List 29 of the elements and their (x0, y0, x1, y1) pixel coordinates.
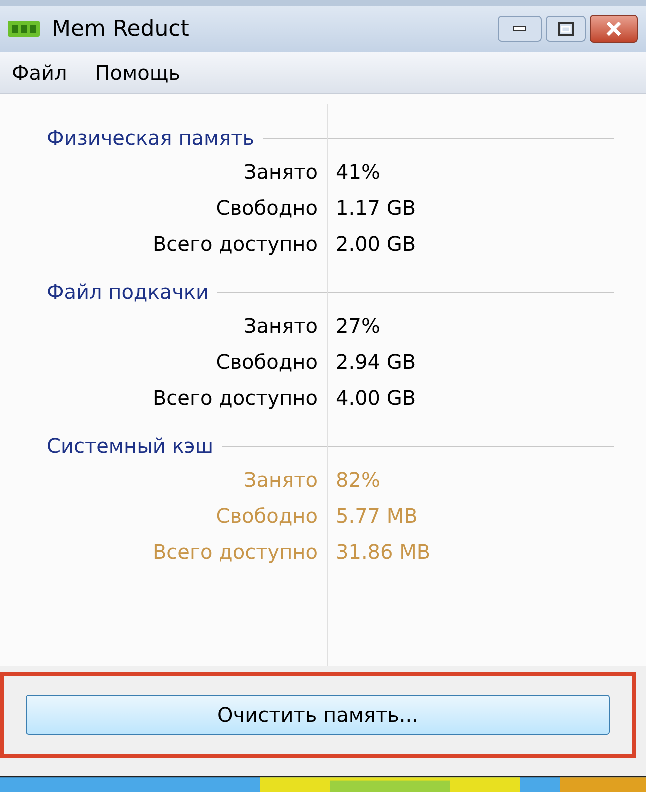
stat-value: 4.00 GB (336, 385, 416, 412)
stat-label: Свободно (215, 195, 318, 222)
stat-label: Всего доступно (152, 231, 318, 258)
clean-memory-button[interactable]: Очистить память... (26, 695, 610, 735)
stat-label: Занято (242, 313, 318, 340)
stat-label: Свободно (215, 349, 318, 376)
stat-value: 5.77 MB (336, 503, 418, 530)
stat-label: Занято (242, 467, 318, 494)
stat-label: Всего доступно (152, 385, 318, 412)
stat-value: 1.17 GB (336, 195, 416, 222)
minimize-icon (513, 26, 527, 32)
minimize-button[interactable] (498, 16, 542, 42)
stat-label: Свободно (215, 503, 318, 530)
stat-label: Занято (242, 159, 318, 186)
maximize-button[interactable] (546, 16, 586, 42)
menu-item[interactable]: Помощь (95, 58, 180, 88)
close-icon (606, 22, 622, 36)
maximize-icon (558, 22, 574, 36)
menu-item[interactable]: Файл (12, 58, 68, 88)
window-title: Mem Reduct (52, 16, 190, 44)
app-icon (8, 19, 40, 39)
stat-value: 27% (336, 313, 380, 340)
stat-value: 82% (336, 467, 380, 494)
stat-label: Всего доступно (152, 539, 318, 566)
stat-value: 41% (336, 159, 380, 186)
stat-value: 2.00 GB (336, 231, 416, 258)
stat-value: 31.86 MB (336, 539, 431, 566)
stat-value: 2.94 GB (336, 349, 416, 376)
close-button[interactable] (590, 15, 638, 43)
